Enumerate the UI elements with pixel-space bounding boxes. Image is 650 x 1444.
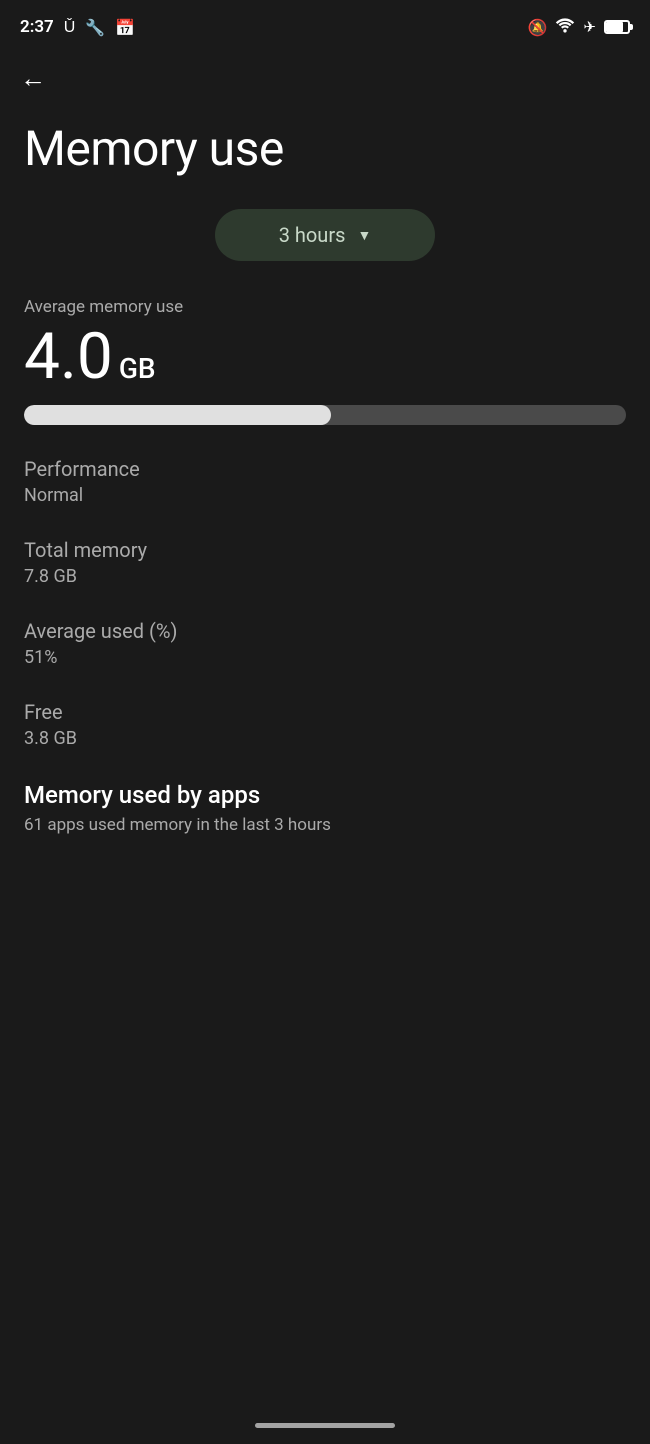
- battery-icon: [604, 20, 630, 34]
- memory-progress-bar-fill: [24, 405, 331, 425]
- avg-used-label: Average used (%): [24, 619, 626, 643]
- calendar-icon: 📅: [115, 18, 135, 37]
- performance-item: Performance Normal: [24, 457, 626, 506]
- wrench-icon: 🔧: [85, 18, 105, 37]
- total-memory-value: 7.8 GB: [24, 566, 626, 587]
- page-title: Memory use: [24, 120, 626, 177]
- bluetooth-icon: Ǔ: [64, 17, 76, 37]
- apps-section: Memory used by apps 61 apps used memory …: [24, 781, 626, 835]
- airplane-icon: ✈: [583, 18, 596, 36]
- back-button[interactable]: ←: [0, 50, 650, 100]
- main-content: Memory use 3 hours ▼ Average memory use …: [0, 100, 650, 855]
- status-right: 🔕 ✈: [528, 17, 631, 37]
- wifi-icon: [555, 17, 575, 37]
- avg-used-item: Average used (%) 51%: [24, 619, 626, 668]
- performance-label: Performance: [24, 457, 626, 481]
- home-indicator: [255, 1423, 395, 1428]
- apps-subtitle: 61 apps used memory in the last 3 hours: [24, 815, 626, 835]
- stats-section: Average memory use 4.0 GB: [24, 297, 626, 425]
- time-selector-dropdown[interactable]: 3 hours ▼: [215, 209, 435, 261]
- status-bar: 2:37 Ǔ 🔧 📅 🔕 ✈: [0, 0, 650, 50]
- free-memory-label: Free: [24, 700, 626, 724]
- memory-value-display: 4.0 GB: [24, 325, 626, 389]
- memory-number: 4.0: [24, 325, 113, 389]
- back-arrow-icon: ←: [20, 64, 46, 94]
- memory-progress-bar-container: [24, 405, 626, 425]
- status-left: 2:37 Ǔ 🔧 📅: [20, 17, 135, 37]
- performance-value: Normal: [24, 485, 626, 506]
- notification-off-icon: 🔕: [528, 18, 548, 37]
- free-memory-value: 3.8 GB: [24, 728, 626, 749]
- time-selector-value: 3 hours: [279, 223, 346, 247]
- time-selector-container: 3 hours ▼: [24, 209, 626, 261]
- apps-title: Memory used by apps: [24, 781, 626, 809]
- memory-unit: GB: [119, 352, 156, 385]
- avg-memory-label: Average memory use: [24, 297, 626, 317]
- total-memory-item: Total memory 7.8 GB: [24, 538, 626, 587]
- avg-used-value: 51%: [24, 647, 626, 668]
- status-time: 2:37: [20, 17, 54, 37]
- dropdown-arrow-icon: ▼: [357, 227, 371, 244]
- free-memory-item: Free 3.8 GB: [24, 700, 626, 749]
- total-memory-label: Total memory: [24, 538, 626, 562]
